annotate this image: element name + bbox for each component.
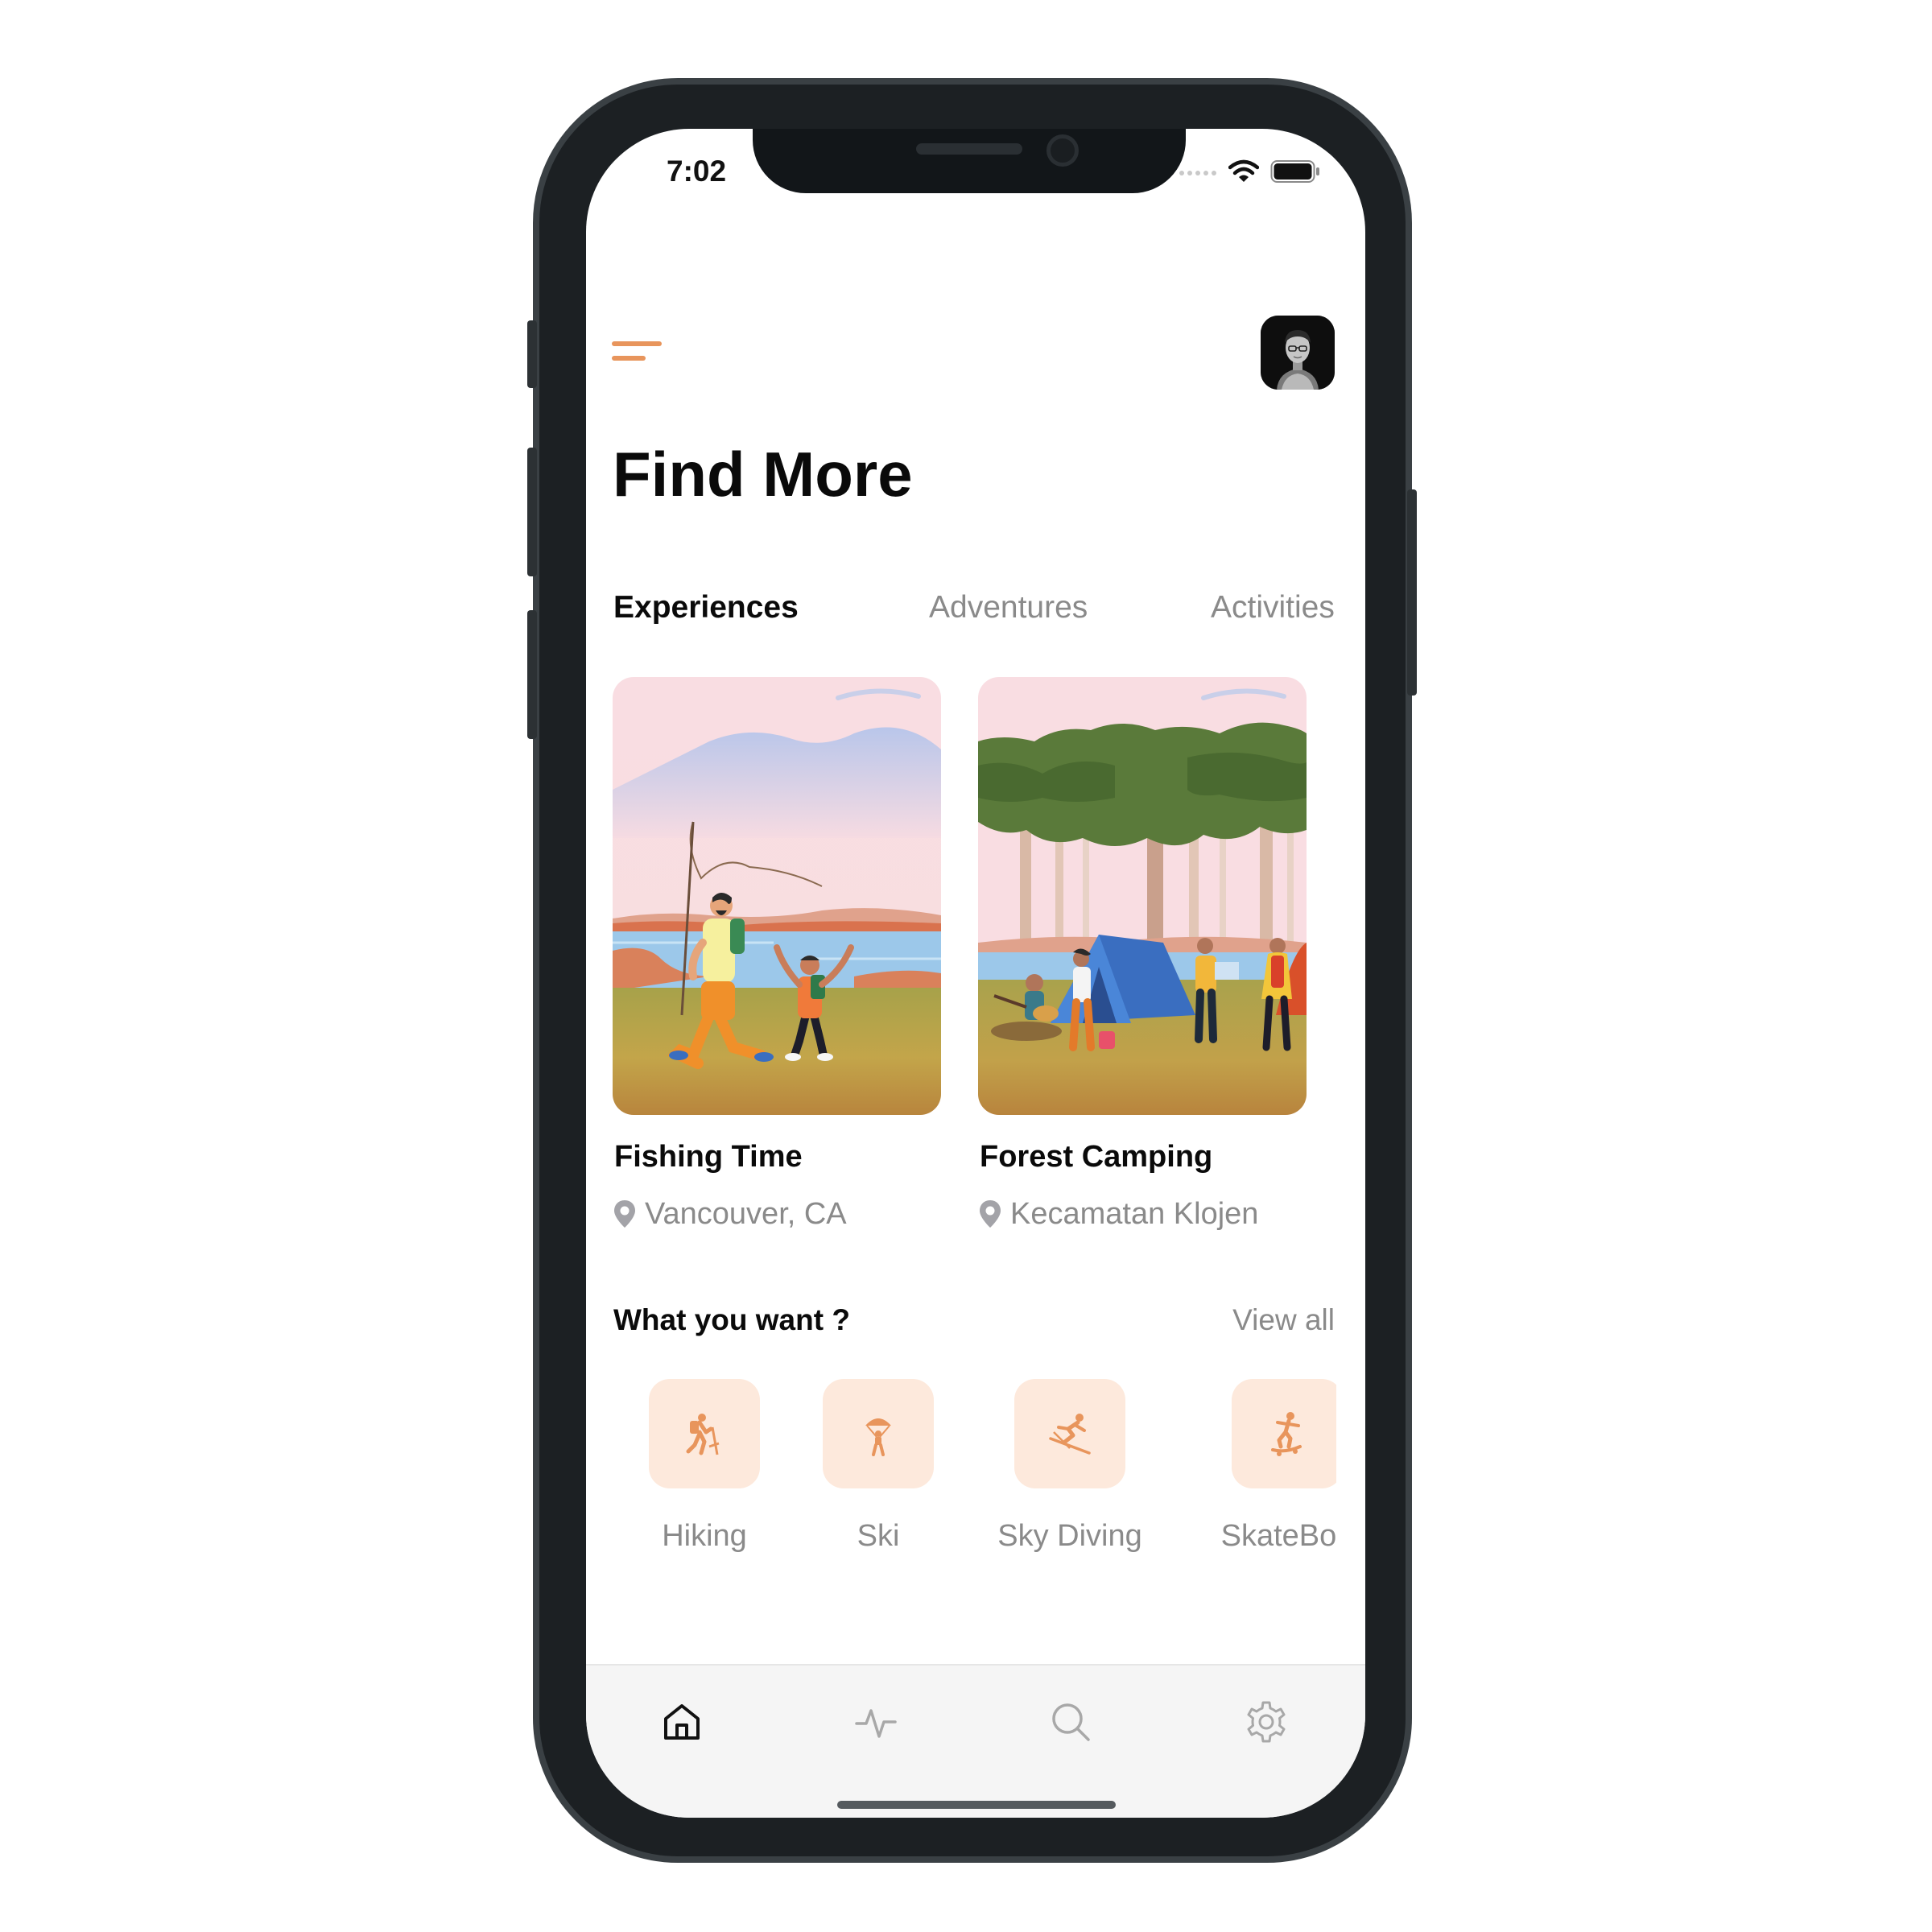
skiing-icon [1014, 1379, 1125, 1488]
parachute-icon [823, 1379, 934, 1488]
experience-card-fishing[interactable]: Fishing Time Vancouver, CA [613, 677, 941, 1229]
view-all-link[interactable]: View all [1232, 1305, 1335, 1335]
bottom-tab-bar [586, 1664, 1365, 1818]
mute-switch [527, 320, 537, 388]
settings-icon[interactable] [1242, 1698, 1290, 1746]
status-time: 7:02 [667, 155, 727, 188]
card-location: Vancouver, CA [613, 1199, 847, 1229]
category-label: Ski [857, 1519, 900, 1553]
app-screen: 7:02 Find More Experiences Adventures Ac… [586, 129, 1365, 1818]
category-label: Hiking [662, 1519, 747, 1553]
tab-experiences[interactable]: Experiences [613, 592, 799, 623]
battery-icon [1270, 160, 1319, 183]
user-avatar[interactable] [1261, 316, 1335, 390]
location-pin-icon [980, 1200, 1001, 1228]
home-icon[interactable] [658, 1698, 706, 1746]
skateboard-icon [1232, 1379, 1336, 1488]
tab-activities[interactable]: Activities [1211, 592, 1335, 623]
category-label: Sky Diving [997, 1519, 1142, 1553]
card-location: Kecamatan Klojen [978, 1199, 1258, 1229]
fishing-illustration [613, 677, 941, 1115]
category-label: SkateBoa [1220, 1519, 1336, 1553]
location-pin-icon [614, 1200, 635, 1228]
activity-icon[interactable] [852, 1698, 900, 1746]
camping-illustration [978, 677, 1307, 1115]
experience-card-camping[interactable]: Forest Camping Kecamatan Klojen [978, 677, 1307, 1229]
home-indicator [837, 1801, 1116, 1809]
speaker-grille [916, 143, 1022, 155]
tab-adventures[interactable]: Adventures [929, 592, 1088, 623]
volume-up-button [527, 448, 537, 576]
hamburger-menu-icon[interactable] [612, 336, 668, 369]
status-icons [1177, 158, 1320, 185]
card-title: Fishing Time [614, 1140, 803, 1174]
category-list: Hiking Ski Sky Diving SkateBo [586, 1379, 1336, 1572]
hiking-icon [649, 1379, 760, 1488]
avatar-portrait [1261, 316, 1335, 390]
volume-down-button [527, 610, 537, 739]
card-location-text: Kecamatan Klojen [1010, 1197, 1259, 1231]
card-title: Forest Camping [980, 1140, 1213, 1174]
notch [753, 129, 1186, 193]
search-icon[interactable] [1046, 1698, 1095, 1746]
card-location-text: Vancouver, CA [645, 1197, 847, 1231]
page-title: Find More [613, 439, 913, 510]
power-button [1407, 489, 1417, 696]
front-camera [1046, 134, 1079, 167]
wifi-icon [1228, 159, 1259, 182]
section-title: What you want ? [613, 1303, 850, 1336]
signal-icon [1179, 171, 1216, 175]
